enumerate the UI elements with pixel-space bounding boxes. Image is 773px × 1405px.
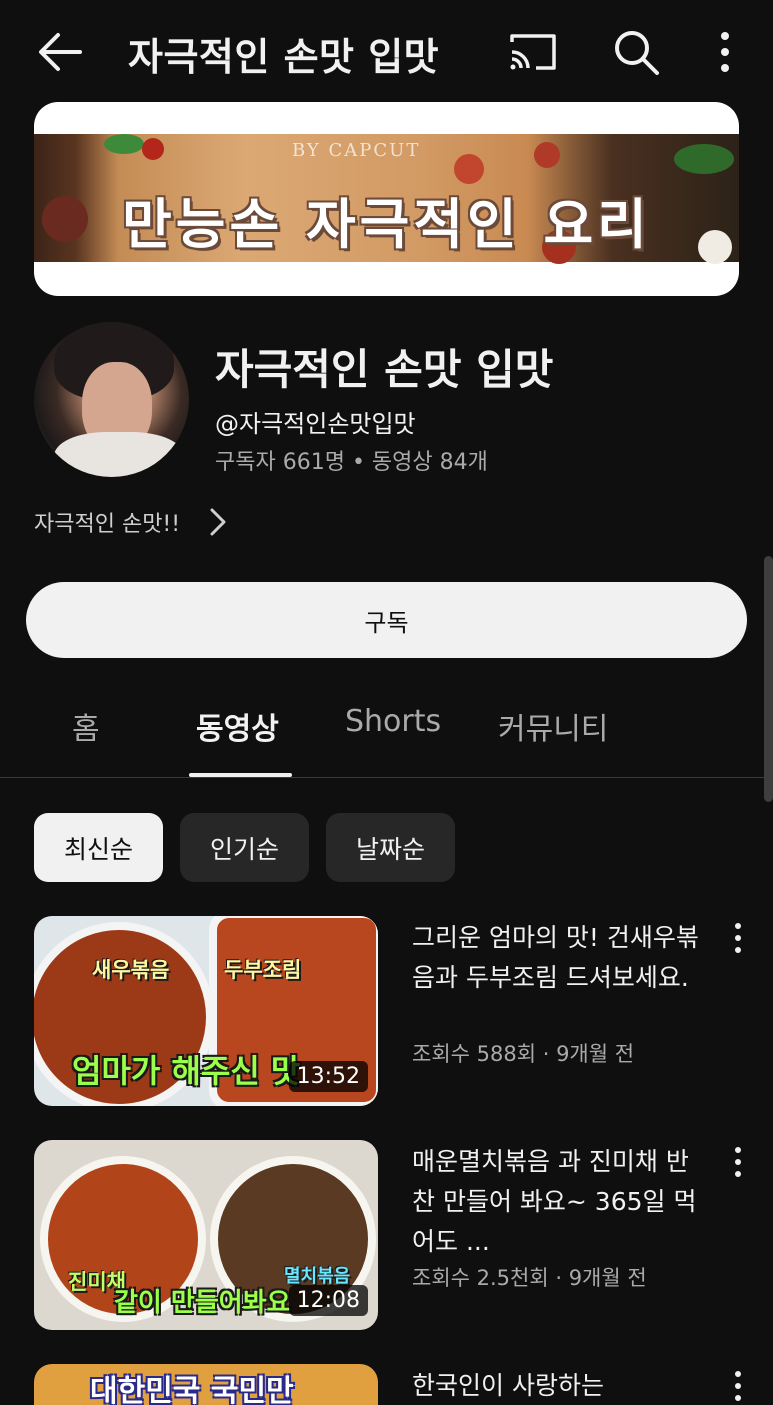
chevron-right-icon — [210, 508, 226, 536]
video-list-item: 새우볶음 두부조림 엄마가 해주신 맛 13:52 그리운 엄마의 맛! 건새우… — [0, 916, 773, 1106]
subscribe-button[interactable]: 구독 — [26, 582, 747, 658]
top-app-bar: 자극적인 손맛 입맛 — [0, 0, 773, 104]
chip-oldest[interactable]: 날짜순 — [326, 813, 455, 882]
channel-name: 자극적인 손맛 입맛 — [215, 345, 554, 394]
page-title: 자극적인 손맛 입맛 — [128, 35, 440, 79]
tab-community[interactable]: 커뮤니티 — [498, 704, 608, 748]
active-tab-indicator — [189, 773, 292, 777]
more-vertical-icon[interactable] — [712, 30, 738, 74]
channel-banner: BY CAPCUT 만능손 자극적인 요리 — [34, 102, 739, 296]
chip-popular[interactable]: 인기순 — [180, 813, 309, 882]
channel-description[interactable]: 자극적인 손맛!! — [34, 506, 228, 538]
back-arrow-icon[interactable] — [34, 28, 86, 76]
chip-latest[interactable]: 최신순 — [34, 813, 163, 882]
more-vertical-icon[interactable] — [728, 920, 748, 956]
search-icon[interactable] — [612, 28, 660, 76]
tab-shorts[interactable]: Shorts — [345, 704, 441, 739]
video-list-item: 대한민국 국민만 한국인이 사랑하는 — [0, 1364, 773, 1405]
thumbnail-caption: 같이 만들어봐요 — [114, 1288, 291, 1318]
video-thumbnail[interactable]: 진미채 멸치볶음 같이 만들어봐요 12:08 — [34, 1140, 378, 1330]
channel-stats: 구독자 661명 • 동영상 84개 — [215, 450, 488, 475]
channel-avatar[interactable] — [34, 322, 189, 477]
more-vertical-icon[interactable] — [728, 1368, 748, 1404]
banner-brand-watermark: BY CAPCUT — [292, 140, 421, 161]
video-thumbnail[interactable]: 대한민국 국민만 — [34, 1364, 378, 1405]
video-meta: 조회수 588회 · 9개월 전 — [412, 1042, 635, 1066]
thumbnail-caption: 대한민국 국민만 — [90, 1374, 294, 1405]
video-meta: 조회수 2.5천회 · 9개월 전 — [412, 1266, 647, 1290]
video-duration: 13:52 — [288, 1061, 368, 1092]
video-thumbnail[interactable]: 새우볶음 두부조림 엄마가 해주신 맛 13:52 — [34, 916, 378, 1106]
video-duration: 12:08 — [288, 1285, 368, 1316]
tab-videos[interactable]: 동영상 — [196, 704, 279, 748]
thumbnail-label: 두부조림 — [224, 958, 302, 982]
video-title[interactable]: 한국인이 사랑하는 — [412, 1366, 702, 1405]
thumbnail-label: 새우볶음 — [92, 958, 170, 982]
video-list-item: 진미채 멸치볶음 같이 만들어봐요 12:08 매운멸치볶음 과 진미채 반찬 … — [0, 1140, 773, 1330]
cast-icon[interactable] — [508, 30, 558, 74]
channel-description-text: 자극적인 손맛!! — [34, 512, 181, 537]
more-vertical-icon[interactable] — [728, 1144, 748, 1180]
video-title[interactable]: 그리운 엄마의 맛! 건새우볶음과 두부조림 드셔보세요. — [412, 918, 702, 998]
channel-tabs: 홈 동영상 Shorts 커뮤니티 — [0, 690, 773, 778]
video-title[interactable]: 매운멸치볶음 과 진미채 반찬 만들어 봐요~ 365일 먹어도 ... — [412, 1142, 702, 1262]
tab-home[interactable]: 홈 — [72, 704, 100, 748]
scrollbar[interactable] — [764, 556, 773, 802]
banner-headline: 만능손 자극적인 요리 — [122, 193, 651, 256]
thumbnail-caption: 엄마가 해주신 맛 — [72, 1052, 301, 1090]
channel-handle: @자극적인손맛입맛 — [215, 410, 416, 438]
